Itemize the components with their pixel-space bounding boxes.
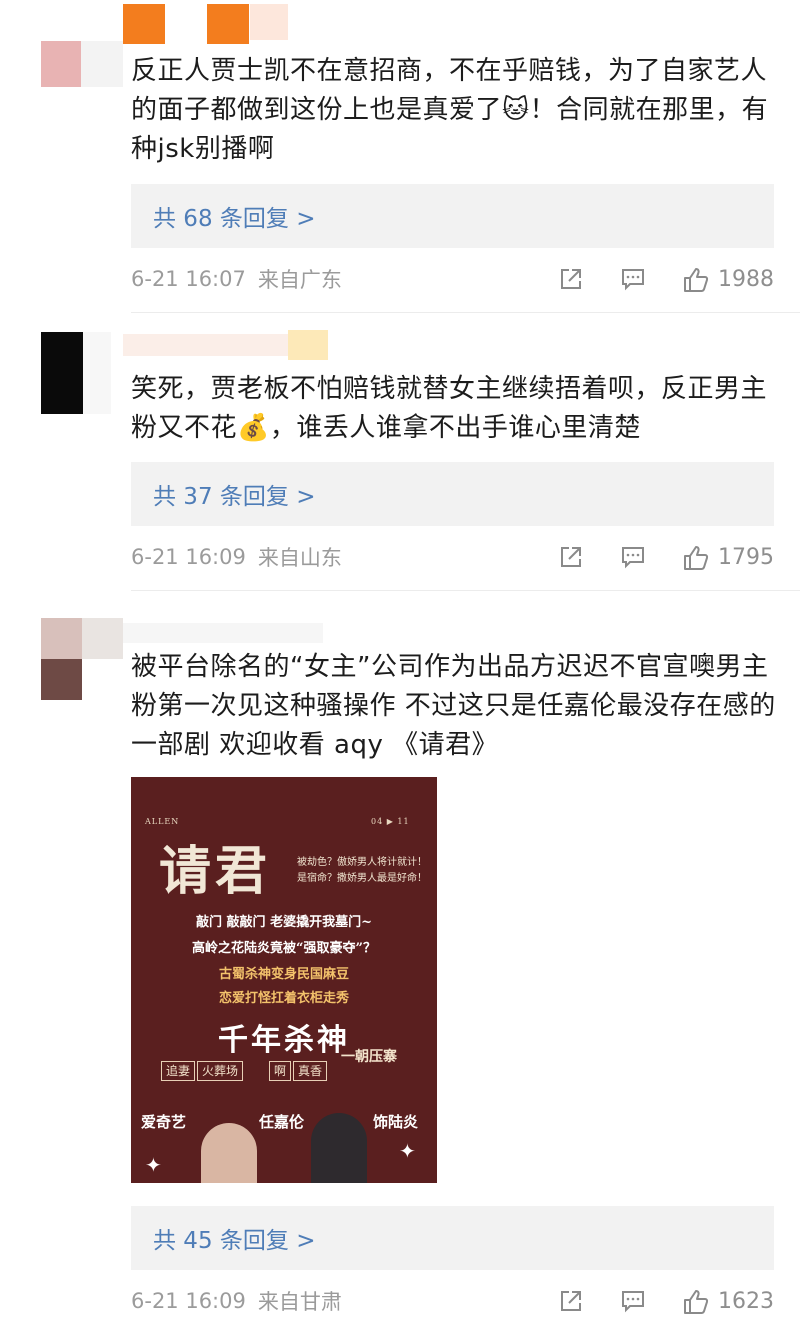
poster-credit: 爱奇艺 <box>141 1113 187 1131</box>
poster-credit: 饰陆炎 <box>373 1113 419 1131</box>
poster-tagline: 是宿命？撒娇男人最是好命！ <box>297 873 427 884</box>
poster-figure <box>201 1123 257 1183</box>
comment-icon[interactable] <box>620 1288 646 1314</box>
location: 来自甘肃 <box>257 1290 342 1314</box>
comment-meta: 6-21 16:09 来自甘肃 1623 <box>131 1281 774 1321</box>
replies-link[interactable]: 共 45 条回复 > <box>131 1206 774 1270</box>
like-count: 1623 <box>718 1288 774 1314</box>
poster-line: 恋爱打怪扛着衣柜走秀 <box>218 991 349 1006</box>
poster-chip: 火葬场 <box>197 1061 244 1081</box>
poster-chip: 追妻 <box>161 1061 196 1081</box>
poster-brand: ALLEN <box>145 817 180 826</box>
poster-line: 敲门 敲敲门 老婆撬开我墓门~ <box>196 915 372 930</box>
poster-chip: 真香 <box>293 1061 328 1081</box>
comment-text: 被平台除名的“女主”公司作为出品方迟迟不官宣噢男主粉第一次见这种骚操作 不过这只… <box>131 652 776 760</box>
poster-chip: 啊 <box>269 1061 292 1081</box>
poster-logo: 请君 <box>159 841 272 902</box>
share-icon[interactable] <box>558 1288 584 1314</box>
poster-credit: 任嘉伦 <box>259 1113 305 1131</box>
poster-line: 高岭之花陆炎竟被“强取豪夺”？ <box>192 941 376 956</box>
poster-line: 古蜀杀神变身民国麻豆 <box>218 967 349 982</box>
like-icon[interactable] <box>682 1288 709 1314</box>
poster-image[interactable]: ALLEN 04 ▶ 11 请君 被劫色？傲娇男人将计就计！ 是宿命？撒娇男人最… <box>131 777 437 1183</box>
sparkle-icon: ✦ <box>145 1153 162 1177</box>
sparkle-icon: ✦ <box>399 1139 416 1163</box>
avatar[interactable] <box>41 618 123 700</box>
poster-page-indicator: 04 ▶ 11 <box>371 817 410 826</box>
poster-stamp: 一朝压寨 <box>341 1049 397 1065</box>
poster-figure <box>311 1113 367 1183</box>
action-bar: 1623 <box>558 1281 774 1321</box>
comment-3: 被平台除名的“女主”公司作为出品方迟迟不官宣噢男主粉第一次见这种骚操作 不过这只… <box>0 0 800 1318</box>
timestamp: 6-21 16:09 <box>131 1289 246 1313</box>
poster-tagline: 被劫色？傲娇男人将计就计！ <box>297 857 427 868</box>
